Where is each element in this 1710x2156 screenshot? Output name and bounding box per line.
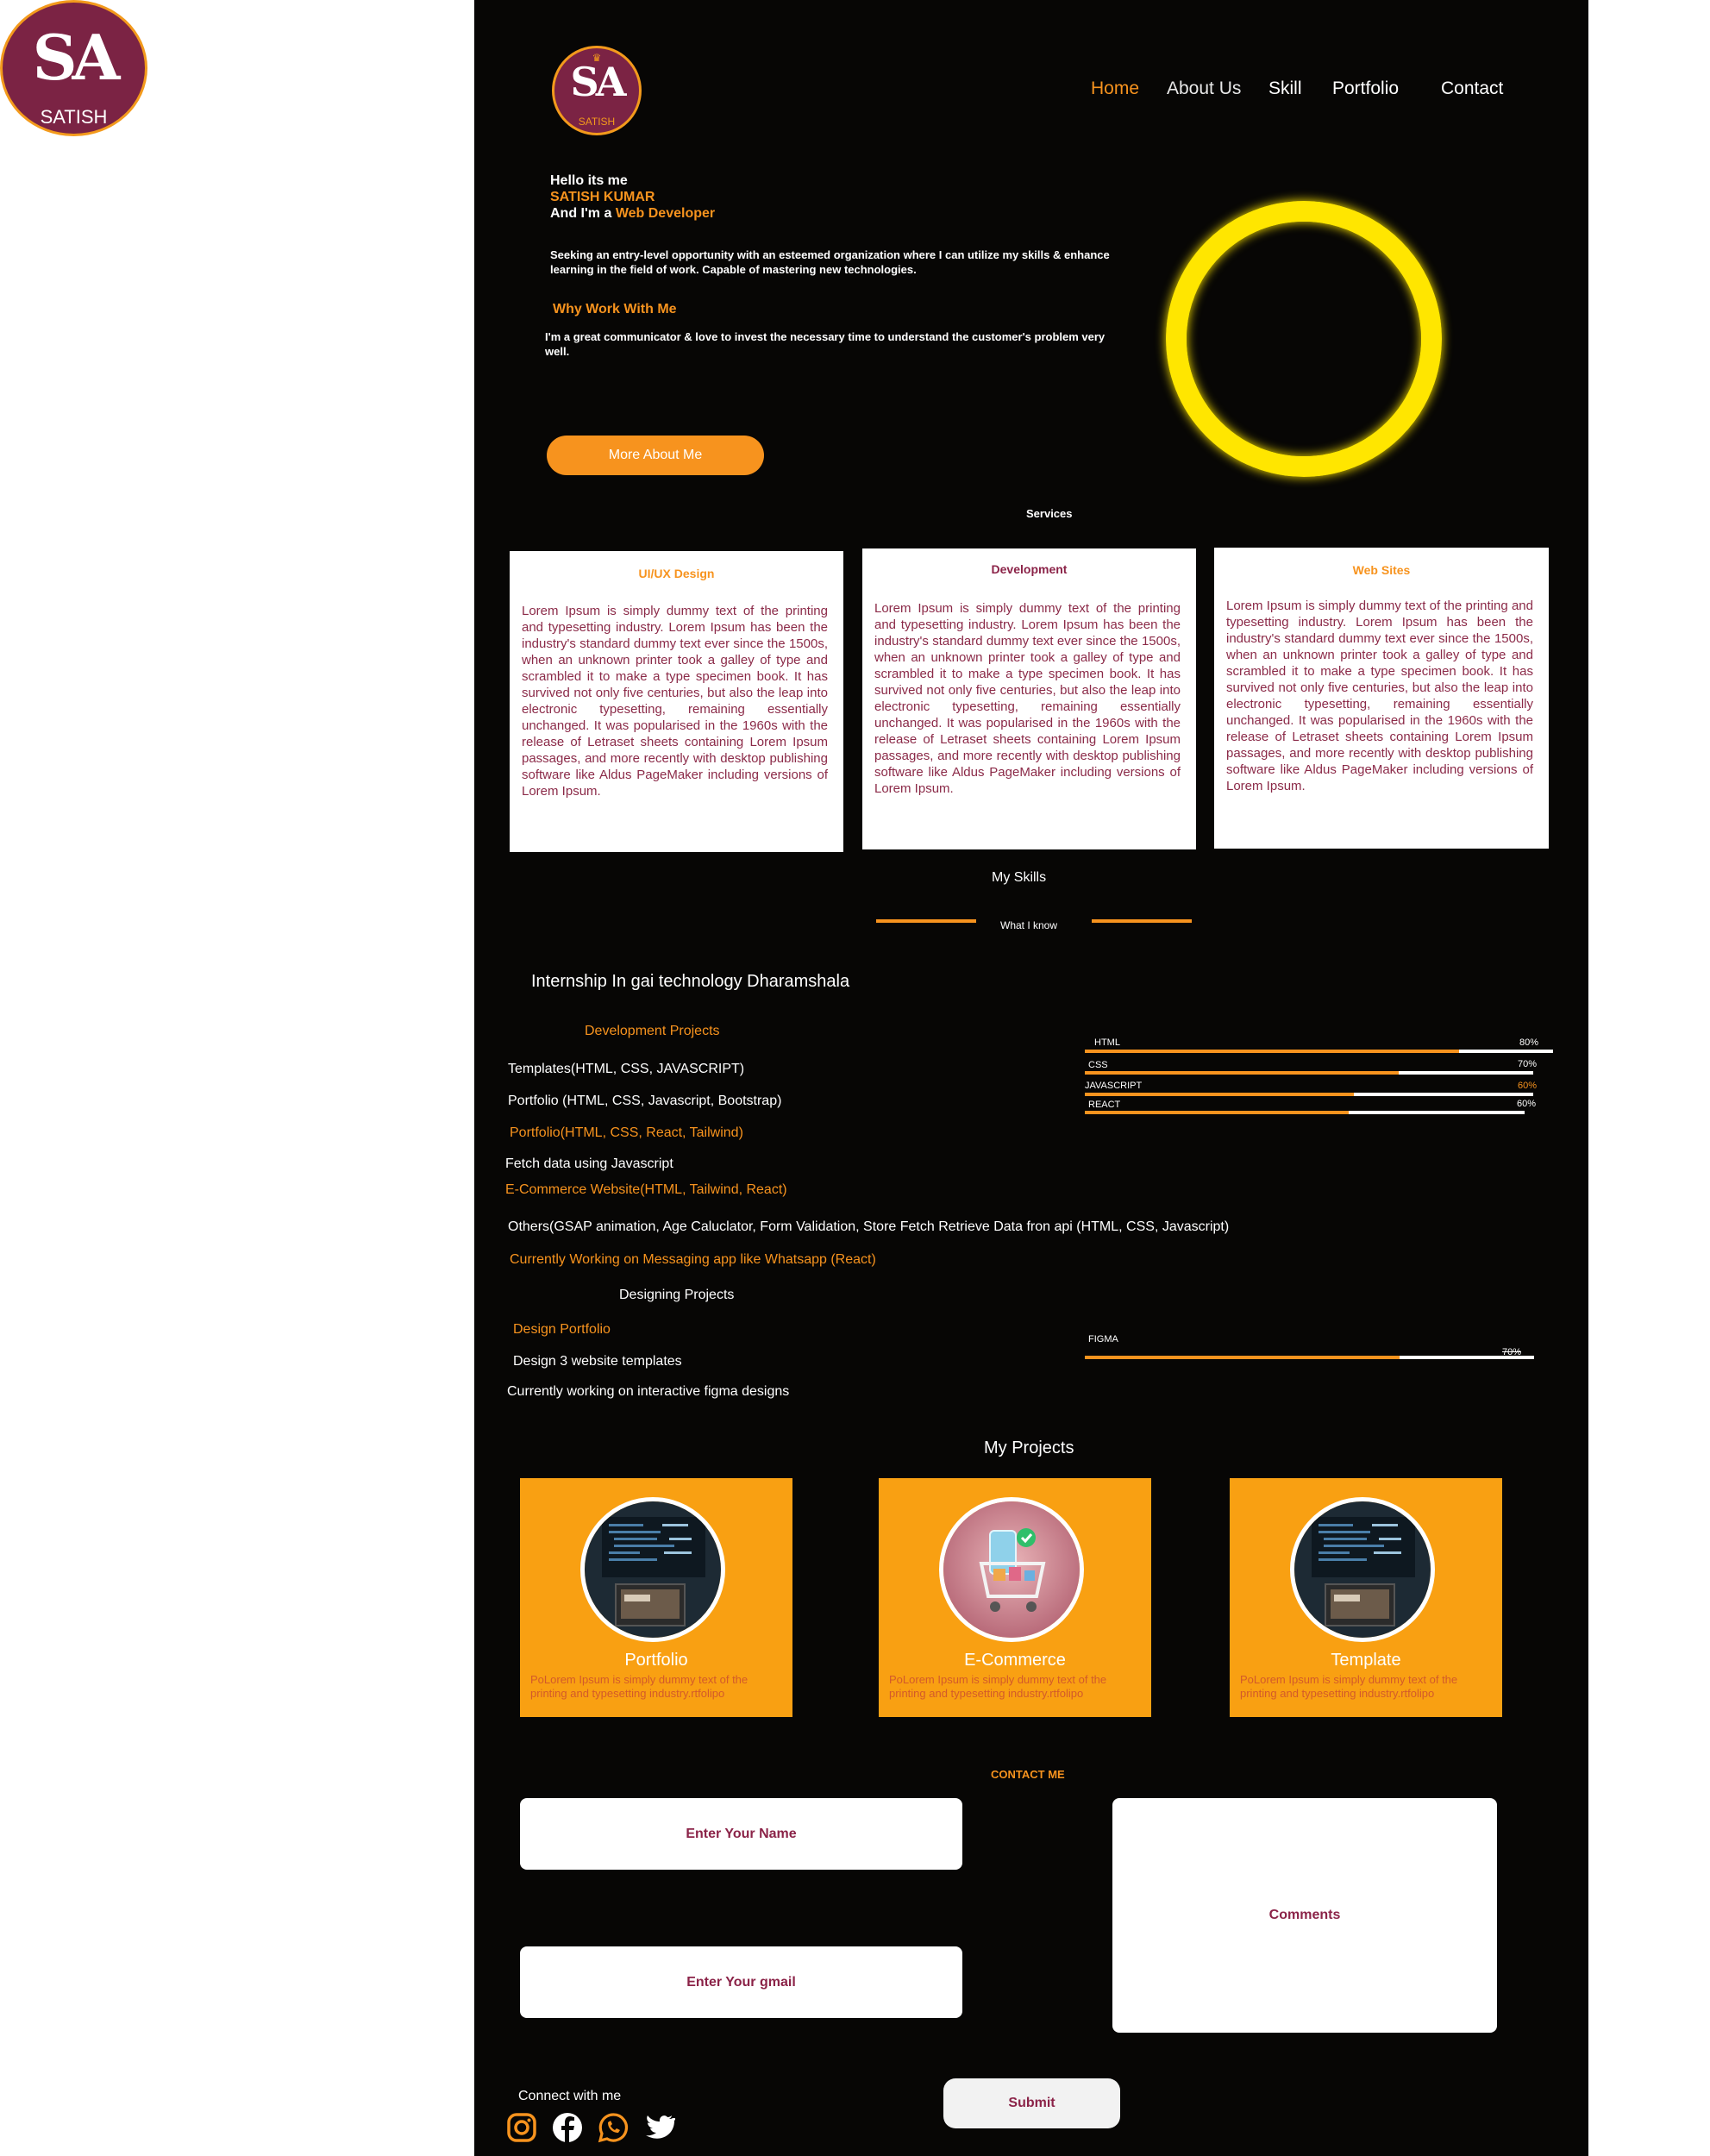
skill-bar-percent: 60% [1516, 1099, 1536, 1109]
skill-bar [1085, 1093, 1533, 1096]
code-screen-image [1290, 1497, 1435, 1642]
dev-project-item: Templates(HTML, CSS, JAVASCRIPT) [508, 1062, 745, 1076]
skill-bar-percent: 70% [1517, 1059, 1537, 1069]
skill-bar-fill [1085, 1093, 1354, 1096]
service-card-websites: Web Sites Lorem Ipsum is simply dummy te… [1214, 548, 1549, 849]
whatsapp-icon[interactable] [597, 2111, 630, 2144]
design-project-item: Design Portfolio [513, 1322, 611, 1337]
skill-bar-label: HTML [1094, 1037, 1120, 1048]
name-field[interactable]: Enter Your Name [520, 1798, 962, 1870]
service-card-text: Lorem Ipsum is simply dummy text of the … [522, 604, 828, 799]
skills-divider-right [1092, 919, 1192, 923]
more-about-me-button[interactable]: More About Me [547, 436, 764, 475]
service-card-title: UI/UX Design [638, 567, 715, 580]
project-description: PoLorem Ipsum is simply dummy text of th… [1240, 1673, 1458, 1700]
skills-divider-left [876, 919, 976, 923]
instagram-icon[interactable] [505, 2111, 538, 2144]
project-title: Template [1331, 1651, 1401, 1670]
code-screen-image [580, 1497, 725, 1642]
project-card-portfolio[interactable]: Portfolio PoLorem Ipsum is simply dummy … [520, 1478, 792, 1717]
shopping-cart-image [939, 1497, 1084, 1642]
service-card-text: Lorem Ipsum is simply dummy text of the … [1226, 599, 1533, 793]
connect-label: Connect with me [518, 2089, 622, 2103]
dev-project-item: E-Commerce Website(HTML, Tailwind, React… [505, 1182, 787, 1197]
skill-bar [1085, 1050, 1553, 1053]
design-project-item: Currently working on interactive figma d… [507, 1384, 790, 1399]
hero-role-prefix: And I'm a [550, 206, 616, 221]
nav-about-us[interactable]: About Us [1167, 78, 1241, 99]
skill-bar-label: CSS [1088, 1060, 1108, 1070]
skill-bar-percent: 60% [1517, 1081, 1537, 1091]
hero-role-line: And I'm a Web Developer [550, 206, 715, 222]
logo-monogram: SA [32, 21, 121, 95]
service-card-uiux: UI/UX Design Lorem Ipsum is simply dummy… [510, 551, 843, 852]
nav-skill[interactable]: Skill [1268, 78, 1302, 99]
skill-bar-fill [1085, 1111, 1349, 1114]
dev-project-item: Portfolio(HTML, CSS, React, Tailwind) [510, 1125, 743, 1140]
nav-logo[interactable]: ♛ SA SATISH [552, 46, 642, 135]
contact-heading: CONTACT ME [991, 1768, 1065, 1781]
dev-project-item: Others(GSAP animation, Age Caluclator, F… [508, 1219, 1230, 1234]
skill-bar-fill [1085, 1050, 1460, 1053]
project-description: PoLorem Ipsum is simply dummy text of th… [889, 1673, 1107, 1700]
design-projects-title: Designing Projects [619, 1288, 735, 1302]
design-project-item: Design 3 website templates [513, 1354, 682, 1369]
services-heading: Services [1026, 507, 1073, 520]
projects-heading: My Projects [984, 1438, 1074, 1457]
skill-bar [1085, 1111, 1525, 1114]
dev-project-item: Portfolio (HTML, CSS, Javascript, Bootst… [508, 1094, 782, 1108]
skill-bar-percent: 80% [1519, 1037, 1538, 1048]
service-card-title: Web Sites [1352, 563, 1411, 577]
hero-ring [1166, 201, 1442, 477]
dev-project-item: Currently Working on Messaging app like … [510, 1252, 876, 1267]
why-work-text: I'm a great communicator & love to inves… [545, 330, 1106, 358]
skill-bar-label: FIGMA [1088, 1334, 1118, 1344]
skills-subheading: What I know [1000, 919, 1058, 931]
twitter-icon[interactable] [641, 2111, 676, 2144]
project-title: Portfolio [624, 1651, 688, 1670]
nav-home[interactable]: Home [1091, 78, 1139, 99]
dev-projects-title: Development Projects [585, 1024, 720, 1038]
skill-bar-label: REACT [1088, 1100, 1121, 1110]
nav-portfolio[interactable]: Portfolio [1332, 78, 1399, 99]
nav-logo-name: SATISH [578, 116, 616, 128]
skill-bar-fill [1085, 1356, 1400, 1359]
service-card-title: Development [991, 562, 1068, 576]
corner-logo: SA SATISH [0, 0, 147, 136]
nav-contact[interactable]: Contact [1441, 78, 1503, 99]
hero-greeting: Hello its me [550, 173, 628, 188]
skill-bar-label: JAVASCRIPT [1085, 1081, 1143, 1091]
skills-heading: My Skills [992, 870, 1047, 885]
project-description: PoLorem Ipsum is simply dummy text of th… [530, 1673, 749, 1700]
why-work-title: Why Work With Me [553, 302, 677, 317]
nav-logo-monogram: SA [570, 58, 627, 105]
internship-title: Internship In gai technology Dharamshala [531, 972, 850, 991]
facebook-icon[interactable] [551, 2111, 584, 2144]
skill-bar-fill [1085, 1071, 1399, 1075]
email-field[interactable]: Enter Your gmail [520, 1946, 962, 2018]
hero-objective: Seeking an entry-level opportunity with … [550, 248, 1110, 276]
hero-name: SATISH KUMAR [550, 190, 655, 204]
submit-button[interactable]: Submit [943, 2078, 1120, 2128]
project-card-ecommerce[interactable]: E-Commerce PoLorem Ipsum is simply dummy… [879, 1478, 1151, 1717]
project-card-template[interactable]: Template PoLorem Ipsum is simply dummy t… [1230, 1478, 1502, 1717]
hero-role: Web Developer [615, 206, 716, 221]
skill-bar [1085, 1071, 1533, 1075]
service-card-development: Development Lorem Ipsum is simply dummy … [862, 548, 1196, 849]
comments-field[interactable]: Comments [1112, 1798, 1497, 2033]
project-title: E-Commerce [964, 1651, 1066, 1670]
service-card-text: Lorem Ipsum is simply dummy text of the … [874, 601, 1181, 796]
logo-name: SATISH [40, 105, 108, 128]
dev-project-item: Fetch data using Javascript [505, 1156, 673, 1171]
skill-bar [1085, 1356, 1534, 1359]
